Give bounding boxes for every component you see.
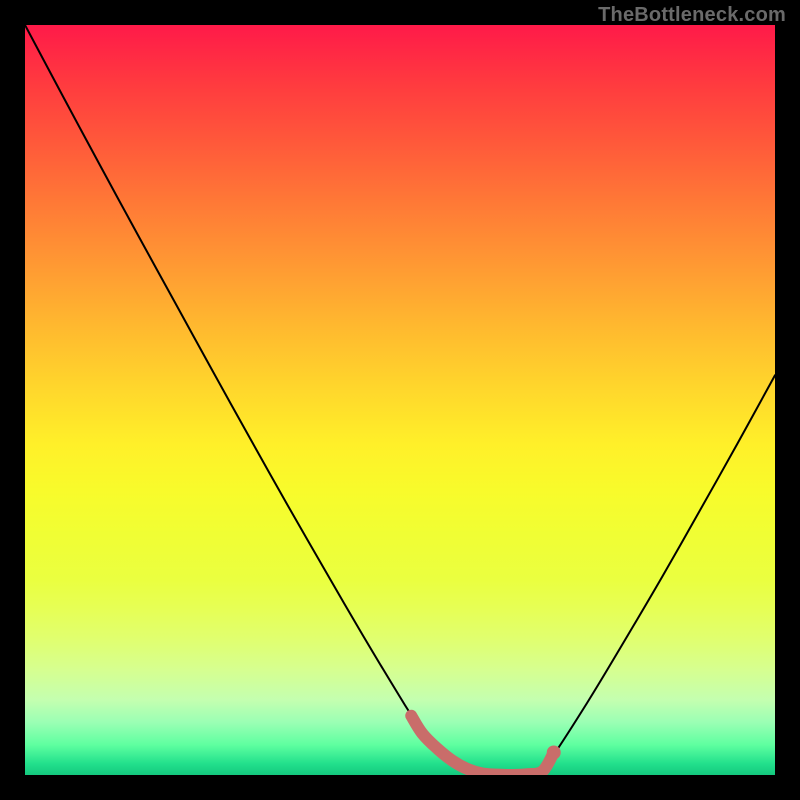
chart-svg [25, 25, 775, 775]
highlight-segment [411, 716, 554, 775]
plot-area [25, 25, 775, 775]
chart-frame: TheBottleneck.com [0, 0, 800, 800]
watermark-text: TheBottleneck.com [598, 4, 786, 27]
curve-line [25, 25, 775, 775]
highlight-end-dot [547, 746, 561, 760]
